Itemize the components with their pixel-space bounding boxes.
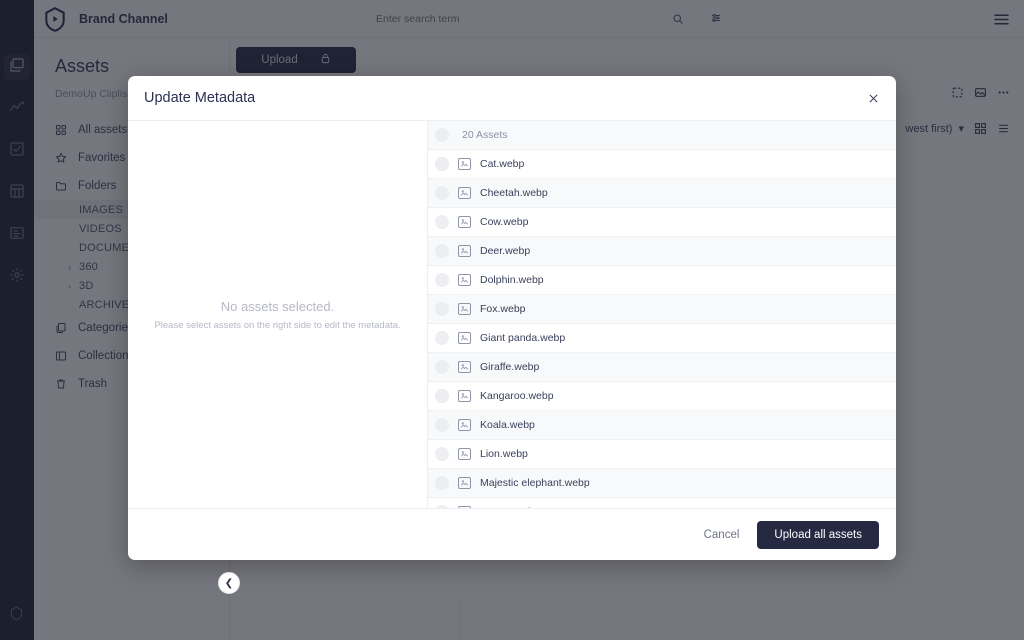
asset-checkbox[interactable] (435, 215, 449, 229)
modal-body: No assets selected. Please select assets… (128, 121, 896, 508)
asset-row[interactable]: Cheetah.webp (428, 179, 896, 208)
empty-state-subtitle: Please select assets on the right side t… (154, 319, 401, 331)
modal-header: Update Metadata (128, 76, 896, 121)
asset-checkbox[interactable] (435, 244, 449, 258)
image-thumbnail-icon (458, 216, 471, 228)
image-thumbnail-icon (458, 477, 471, 489)
cancel-button[interactable]: Cancel (704, 529, 740, 541)
asset-row[interactable]: Cow.webp (428, 208, 896, 237)
asset-name: Cat.webp (480, 158, 525, 170)
image-thumbnail-icon (458, 274, 471, 286)
image-thumbnail-icon (458, 332, 471, 344)
asset-list[interactable]: 20 Assets Cat.webp Cheetah.webp Cow.webp De… (428, 121, 896, 508)
close-icon[interactable] (864, 89, 883, 108)
image-thumbnail-icon (458, 390, 471, 402)
asset-row[interactable]: Mouse.webp (428, 498, 896, 508)
image-thumbnail-icon (458, 245, 471, 257)
asset-name: Lion.webp (480, 448, 528, 460)
modal-footer: Cancel Upload all assets (128, 508, 896, 560)
asset-checkbox[interactable] (435, 447, 449, 461)
asset-row[interactable]: Fox.webp (428, 295, 896, 324)
modal-title: Update Metadata (144, 90, 256, 106)
asset-row[interactable]: Koala.webp (428, 411, 896, 440)
image-thumbnail-icon (458, 419, 471, 431)
asset-name: Kangaroo.webp (480, 390, 554, 402)
asset-checkbox[interactable] (435, 157, 449, 171)
asset-row[interactable]: Giraffe.webp (428, 353, 896, 382)
image-thumbnail-icon (458, 448, 471, 460)
asset-name: Cheetah.webp (480, 187, 548, 199)
asset-checkbox[interactable] (435, 273, 449, 287)
asset-row[interactable]: Cat.webp (428, 150, 896, 179)
image-thumbnail-icon (458, 158, 471, 170)
asset-checkbox[interactable] (435, 476, 449, 490)
asset-row[interactable]: Lion.webp (428, 440, 896, 469)
select-all-checkbox[interactable] (435, 128, 449, 142)
asset-row[interactable]: Deer.webp (428, 237, 896, 266)
asset-row[interactable]: Dolphin.webp (428, 266, 896, 295)
asset-checkbox[interactable] (435, 360, 449, 374)
upload-all-assets-button[interactable]: Upload all assets (757, 520, 879, 549)
image-thumbnail-icon (458, 361, 471, 373)
asset-name: Majestic elephant.webp (480, 477, 590, 489)
asset-row[interactable]: Majestic elephant.webp (428, 469, 896, 498)
asset-name: Koala.webp (480, 419, 535, 431)
asset-checkbox[interactable] (435, 186, 449, 200)
asset-list-header[interactable]: 20 Assets (428, 121, 896, 150)
asset-name: Dolphin.webp (480, 274, 544, 286)
asset-row[interactable]: Giant panda.webp (428, 324, 896, 353)
metadata-empty-panel: No assets selected. Please select assets… (128, 121, 428, 508)
asset-checkbox[interactable] (435, 331, 449, 345)
asset-name: Giraffe.webp (480, 361, 540, 373)
asset-row[interactable]: Kangaroo.webp (428, 382, 896, 411)
sidebar-collapse-button[interactable]: ❮ (218, 572, 240, 594)
asset-checkbox[interactable] (435, 302, 449, 316)
asset-name: Giant panda.webp (480, 332, 566, 344)
image-thumbnail-icon (458, 187, 471, 199)
empty-state-title: No assets selected. (220, 298, 335, 314)
asset-name: Deer.webp (480, 245, 531, 257)
asset-count-label: 20 Assets (462, 129, 508, 141)
asset-checkbox[interactable] (435, 418, 449, 432)
asset-rows-container: Cat.webp Cheetah.webp Cow.webp Deer.webp Dol… (428, 150, 896, 508)
asset-name: Fox.webp (480, 303, 526, 315)
chevron-left-icon: ❮ (224, 577, 234, 589)
asset-checkbox[interactable] (435, 389, 449, 403)
image-thumbnail-icon (458, 303, 471, 315)
update-metadata-modal: Update Metadata No assets selected. Plea… (128, 76, 896, 560)
asset-name: Cow.webp (480, 216, 529, 228)
